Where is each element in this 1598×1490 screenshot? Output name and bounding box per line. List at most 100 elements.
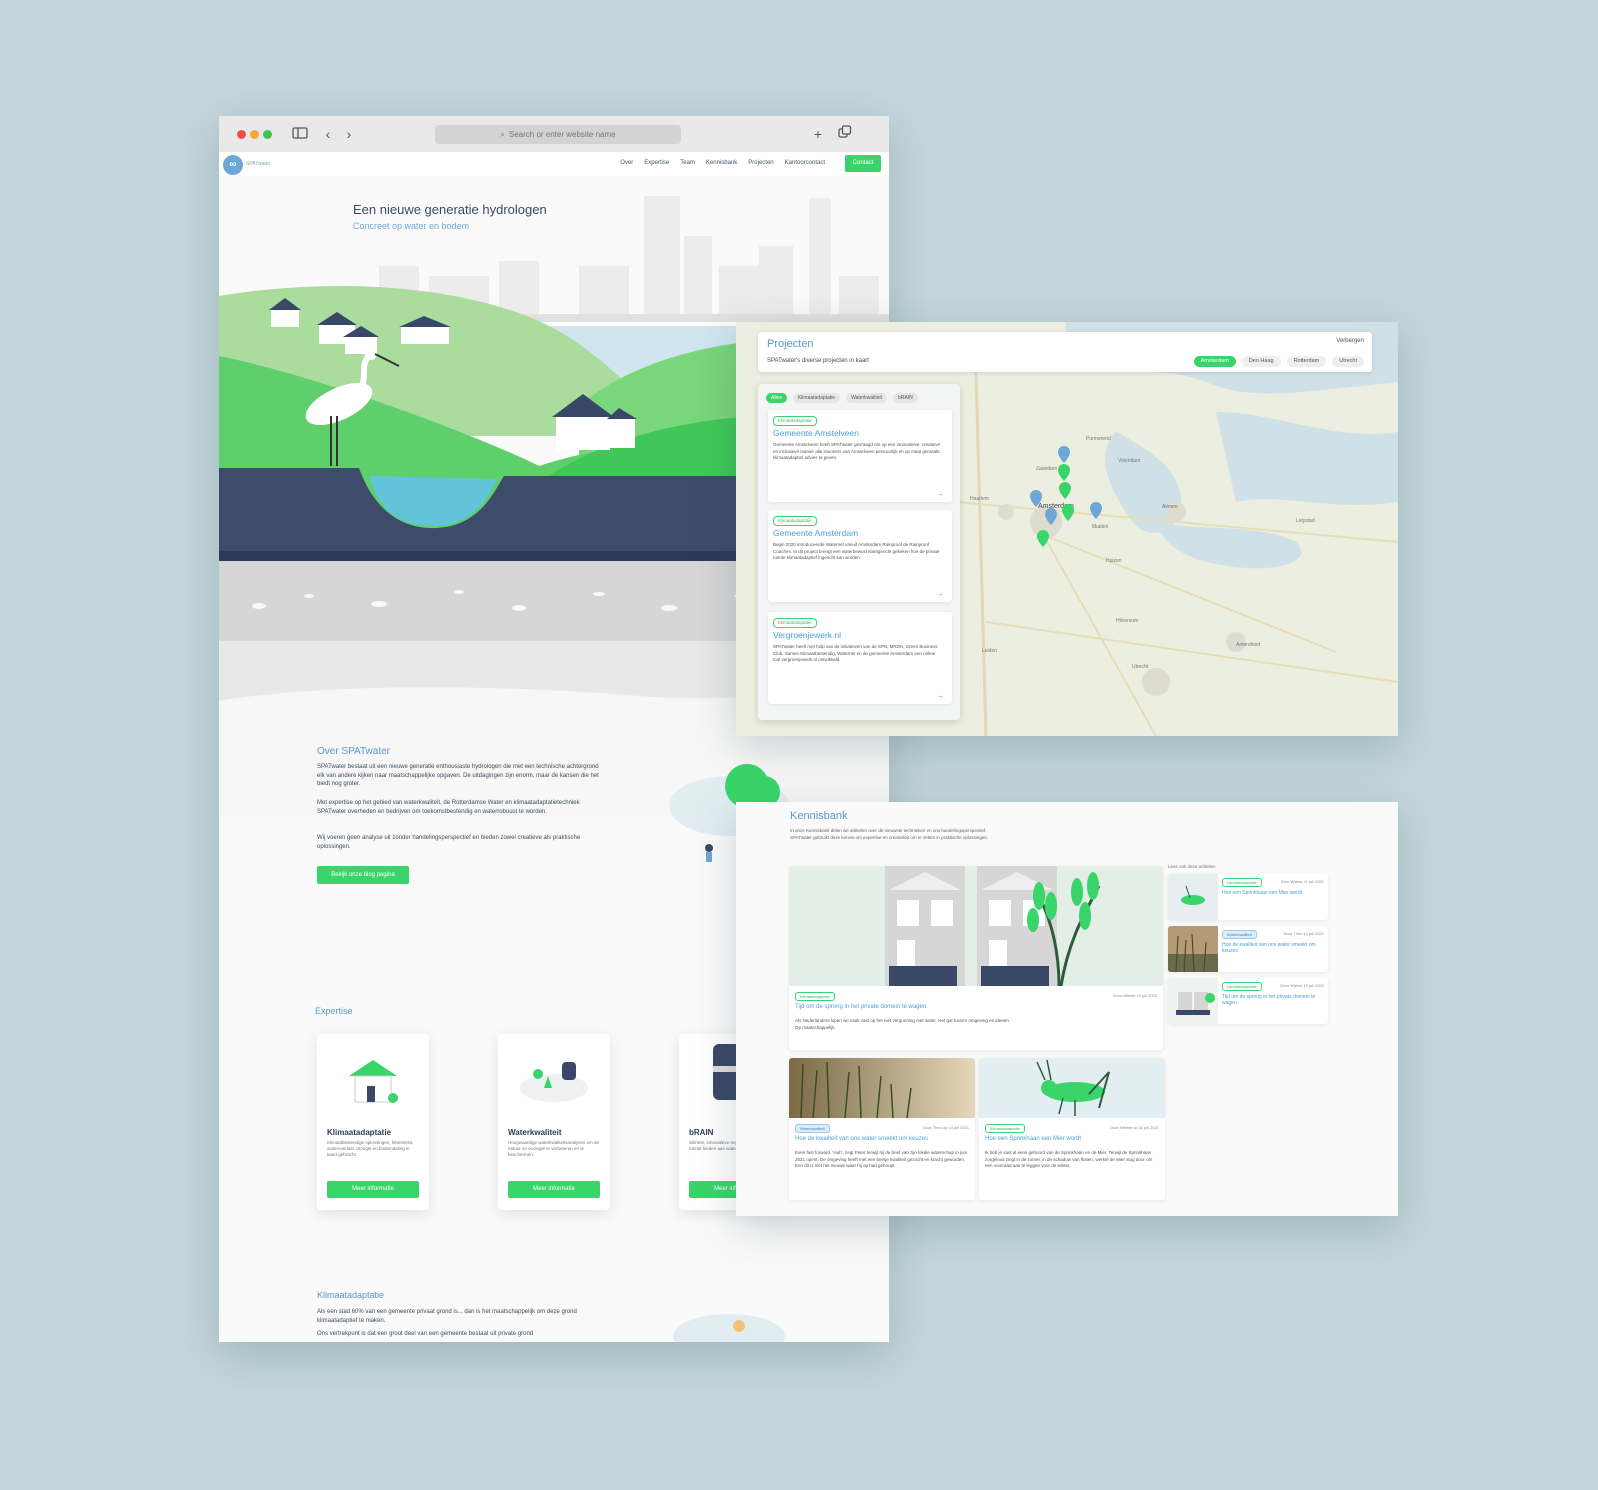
address-bar[interactable]: ⌕ Search or enter website name	[435, 125, 681, 144]
expertise-card-klimaatadaptatie[interactable]: Klimaatadaptatie Klimaatbestendige oplos…	[317, 1034, 429, 1210]
project-tag: Klimaatadaptatie	[773, 416, 817, 426]
article-title: Hoe een Sprinkhaan een Mier wordt	[1222, 890, 1303, 896]
article-text: Even fast forward. 'Huh', zegt Peter ter…	[795, 1150, 968, 1168]
article-date: Door Wietse op 11 juli 2021	[1110, 1125, 1159, 1130]
article-title: Tijd om de sprong in het private domein …	[795, 1004, 927, 1010]
expertise-title: Expertise	[315, 1006, 353, 1016]
map-label: Hilversum	[1116, 618, 1138, 624]
article-card[interactable]: Klimaatadaptatie Door Wietse op 11 juli …	[979, 1058, 1165, 1200]
minimize-window-button[interactable]	[250, 130, 259, 139]
article-date: Door Wietse 11 juli 2021	[1280, 879, 1324, 884]
tabs-icon[interactable]	[836, 125, 854, 143]
plus-icon[interactable]: +	[809, 125, 827, 143]
article-tag: Klimaatadaptatie	[1222, 982, 1262, 991]
blog-button[interactable]: Bekijk onze blog pagina	[317, 866, 409, 884]
project-text: Gemeente Amstelveen heeft SPATwater gevr…	[773, 442, 941, 460]
card-title: Waterkwaliteit	[508, 1128, 562, 1137]
city-tab-den-haag[interactable]: Den Haag	[1241, 356, 1281, 367]
arrow-right-icon[interactable]: →	[936, 691, 944, 700]
city-tab-utrecht[interactable]: Utrecht	[1332, 356, 1364, 367]
article-date: Door Theo 14 juli 2021	[1283, 931, 1324, 936]
article-tag: Klimaatadaptatie	[795, 992, 835, 1001]
article-tag: Waterkwaliteit	[795, 1124, 830, 1133]
map-label: Almere	[1162, 504, 1178, 510]
cloud-illustration	[673, 1314, 785, 1342]
chevron-left-icon[interactable]: ‹	[319, 125, 337, 143]
hero-subtitle: Concreet op water en bodem	[353, 221, 470, 231]
project-title: Gemeente Amsterdam	[773, 528, 859, 538]
filter-brain[interactable]: bRAIN	[893, 393, 918, 403]
kennisbank-title: Kennisbank	[790, 810, 848, 822]
house-icon	[349, 1060, 398, 1103]
nav-link-over[interactable]: Over	[620, 160, 633, 166]
grasshopper-illustration	[979, 1058, 1165, 1118]
side-articles-label: Lees ook deze artikelen	[1168, 864, 1216, 869]
map-label: Muiden	[1092, 524, 1109, 530]
projecten-title: Projecten	[767, 338, 814, 350]
article-text: Als Nederlanders lopen we vaak vast op h…	[795, 1018, 1011, 1030]
article-title: Hoe de kwaliteit van ons water smeekt om…	[795, 1136, 929, 1142]
map-label: Volendam	[1118, 458, 1140, 464]
side-article[interactable]: Waterkwaliteit Door Theo 14 juli 2021 Ho…	[1168, 926, 1328, 972]
nav-link-expertise[interactable]: Expertise	[644, 160, 669, 166]
article-title: Hoe de kwaliteit van ons water smeekt om…	[1222, 942, 1316, 954]
filter-klimaatadaptatie[interactable]: Klimaatadaptatie	[792, 393, 841, 403]
meer-informatie-button[interactable]: Meer informatie	[327, 1181, 419, 1198]
zoom-window-button[interactable]	[263, 130, 272, 139]
hide-button[interactable]: Verbergen	[1336, 338, 1364, 344]
filter-waterkwaliteit[interactable]: Waterkwaliteit	[846, 393, 888, 403]
chevron-right-icon[interactable]: ›	[340, 125, 358, 143]
houses-thumbnail	[1168, 978, 1218, 1024]
grasshopper-thumbnail	[1168, 874, 1218, 920]
project-text: SPATwater heeft met hulp van de initiati…	[773, 644, 938, 662]
article-title: Tijd om de sprong in het private domein …	[1222, 994, 1316, 1006]
close-window-button[interactable]	[237, 130, 246, 139]
article-tag: Waterkwaliteit	[1222, 930, 1257, 939]
projecten-subtitle: SPATwater's diverse projecten in kaart	[767, 358, 869, 364]
about-paragraph-2: Met expertise op het gebied van waterkwa…	[317, 800, 580, 815]
article-tag: Klimaatadaptatie	[985, 1124, 1025, 1133]
logo-text: SPATwater	[246, 161, 271, 167]
city-tab-amsterdam[interactable]: Amsterdam	[1193, 356, 1236, 367]
nav-link-kennisbank[interactable]: Kennisbank	[706, 160, 737, 166]
project-title: Gemeente Amstelveen	[773, 428, 859, 438]
featured-article[interactable]: Klimaatadaptatie Door Wietse 10 juli 202…	[789, 866, 1163, 1050]
nav-link-kantoor[interactable]: Kantoorcontact	[785, 160, 825, 166]
card-text: Klimaatbestendige oplossingen, hittestre…	[327, 1140, 414, 1157]
reeds-thumbnail	[1168, 926, 1218, 972]
water-sample-icon	[520, 1062, 588, 1102]
browser-toolbar: ‹ › ⌕ Search or enter website name +	[219, 116, 889, 153]
contact-button[interactable]: Contact	[845, 155, 881, 172]
sidebar-icon[interactable]	[291, 125, 309, 143]
arrow-right-icon[interactable]: →	[936, 489, 944, 498]
meer-informatie-button[interactable]: Meer informatie	[508, 1181, 600, 1198]
city-tab-rotterdam[interactable]: Rotterdam	[1286, 356, 1327, 367]
nav-link-team[interactable]: Team	[680, 160, 695, 166]
about-paragraph-3: Wij voeren geen analyse uit zonder hande…	[317, 835, 581, 850]
klimaatadaptatie-paragraph-1: Als een stad 60% van een gemeente privaa…	[317, 1309, 577, 1324]
side-article[interactable]: Klimaatadaptatie Door Wietse 10 juli 202…	[1168, 978, 1328, 1024]
map-label: Zaandam	[1036, 466, 1057, 472]
filter-alles[interactable]: Alles	[766, 393, 787, 403]
article-card[interactable]: Waterkwaliteit Door Theo op 14 juli 2021…	[789, 1058, 975, 1200]
nav-link-projecten[interactable]: Projecten	[748, 160, 773, 166]
houses-plant-illustration	[789, 866, 1163, 986]
arrow-right-icon[interactable]: →	[936, 589, 944, 598]
project-filters: Alles Klimaatadaptatie Waterkwaliteit bR…	[766, 393, 918, 403]
map-label: Utrecht	[1132, 664, 1149, 670]
map-label: Lelystad	[1296, 518, 1315, 524]
project-item[interactable]: Klimaatadaptatie Gemeente Amstelveen Gem…	[768, 410, 952, 502]
hero-title: Een nieuwe generatie hydrologen	[353, 202, 547, 217]
kennisbank-panel: Kennisbank In onze Kennisbank delen we a…	[736, 802, 1398, 1216]
logo-icon[interactable]: ∞	[223, 155, 243, 175]
expertise-card-waterkwaliteit[interactable]: Waterkwaliteit Hoogwaardige waterkwalite…	[498, 1034, 610, 1210]
project-item[interactable]: Klimaatadaptatie Gemeente Amsterdam Begi…	[768, 510, 952, 602]
address-placeholder: Search or enter website name	[508, 130, 616, 139]
kennisbank-intro: In onze Kennisbank delen we artikelen ov…	[790, 828, 989, 840]
side-article[interactable]: Klimaatadaptatie Door Wietse 11 juli 202…	[1168, 874, 1328, 920]
card-title: Klimaatadaptatie	[327, 1128, 392, 1137]
article-text: Ik heb je vast al eens gehoord van de Sp…	[985, 1150, 1153, 1168]
projecten-panel: Zaandam Purmerend Volendam Haarlem Amste…	[736, 322, 1398, 736]
project-item[interactable]: Klimaatadaptatie Vergroenjewerk.nl SPATw…	[768, 612, 952, 704]
about-title: Over SPATwater	[317, 746, 390, 757]
